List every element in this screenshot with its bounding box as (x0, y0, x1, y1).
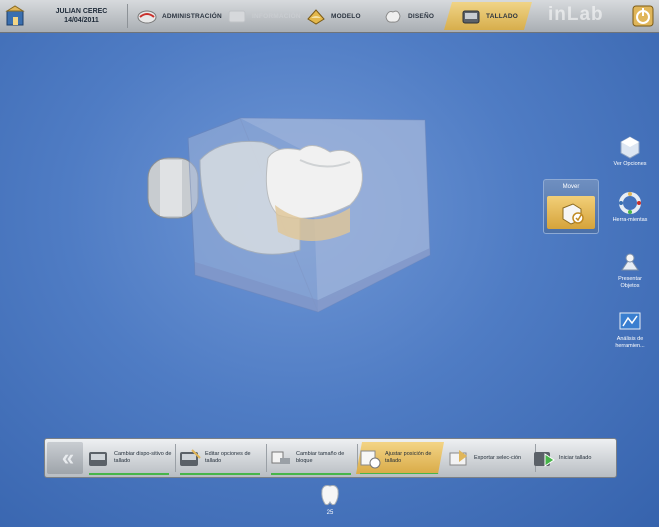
tab-informacion-label: INFORMACIÓN (252, 12, 301, 20)
step-edit-milling-options[interactable]: Editar opciones de tallado (176, 442, 267, 475)
tools-label: Herra-mientas (612, 217, 648, 223)
step-start-milling[interactable]: Iniciar tallado (530, 442, 618, 474)
3d-viewport[interactable] (0, 33, 540, 433)
user-name: JULIAN CEREC (55, 8, 108, 15)
tools-ring-icon (619, 192, 641, 214)
step-label: Exportar selec-ción (474, 454, 522, 461)
block-size-icon (271, 451, 290, 464)
tool-analysis-label: Análisis de herramien... (615, 336, 645, 349)
tools-button[interactable]: Herra-mientas (610, 191, 650, 224)
session-date: 14/04/2011 (64, 17, 99, 24)
progress-underline (360, 473, 440, 475)
exit-icon[interactable] (631, 4, 655, 28)
step-label: Ajustar posición de tallado (385, 451, 432, 464)
tab-modelo-label: MODELO (331, 12, 361, 20)
cube-view-icon (620, 136, 640, 159)
progress-underline (271, 473, 351, 475)
move-block-icon (562, 203, 584, 225)
step-change-block-size[interactable]: Cambiar tamaño de bloque (267, 442, 358, 475)
tab-tallado-label: TALLADO (486, 12, 518, 20)
inlab-logo: inLab (548, 4, 604, 25)
top-navigation-bar: JULIAN CEREC 14/04/2011 ADMINISTRACIÓN I… (0, 0, 659, 33)
back-button[interactable]: « (47, 442, 83, 474)
progress-underline (89, 473, 169, 475)
mover-panel: Mover (543, 179, 599, 234)
step-label: Editar opciones de tallado (205, 451, 251, 464)
administration-icon (137, 10, 157, 24)
view-options-label: Ver Opciones (613, 161, 647, 167)
tool-analysis-button[interactable]: Análisis de herramien... (610, 310, 650, 350)
milling-options-icon (180, 449, 201, 466)
progress-underline (180, 473, 260, 475)
back-icon: « (61, 445, 75, 470)
milling-unit-icon (89, 452, 107, 466)
tab-informacion[interactable]: INFORMACIÓN (226, 2, 301, 30)
step-label: Iniciar tallado (559, 454, 592, 461)
mover-title: Mover (562, 184, 580, 190)
step-export-selection[interactable]: Exportar selec-ción (445, 442, 536, 474)
home-icon[interactable] (4, 4, 28, 28)
milling-machine-icon (460, 5, 482, 27)
tab-diseno-label: DISEÑO (408, 12, 435, 20)
tooth-number: 25 (326, 510, 334, 516)
tab-modelo[interactable]: MODELO (305, 2, 361, 30)
move-button[interactable] (547, 196, 595, 229)
user-info: JULIAN CEREC 14/04/2011 (36, 4, 128, 28)
milling-position-icon (358, 446, 382, 470)
workflow-bar: « Cambiar dispo-sitivo de tallado Editar… (44, 438, 617, 478)
tab-administracion-label: ADMINISTRACIÓN (162, 12, 222, 20)
tool-analysis-icon (619, 312, 641, 330)
tab-tallado[interactable]: TALLADO (444, 2, 532, 30)
view-options-button[interactable]: Ver Opciones (610, 135, 650, 168)
present-objects-label: Presentar Objetos (618, 276, 642, 289)
step-label: Cambiar tamaño de bloque (296, 451, 345, 464)
model-icon (307, 9, 325, 25)
start-milling-icon (534, 452, 555, 467)
step-label: Cambiar dispo-sitivo de tallado (114, 451, 172, 464)
export-icon (449, 450, 467, 466)
step-change-milling-unit[interactable]: Cambiar dispo-sitivo de tallado (85, 442, 176, 475)
tab-diseno[interactable]: DISEÑO (382, 2, 434, 30)
objects-icon (621, 253, 639, 271)
restoration-thumbnail[interactable]: 25 (316, 482, 344, 520)
design-icon (385, 10, 401, 23)
information-icon (228, 10, 246, 23)
tooth-icon (321, 485, 339, 506)
tab-administracion[interactable]: ADMINISTRACIÓN (136, 2, 222, 30)
present-objects-button[interactable]: Presentar Objetos (610, 250, 650, 290)
step-adjust-milling-position[interactable]: Ajustar posición de tallado (356, 442, 444, 474)
